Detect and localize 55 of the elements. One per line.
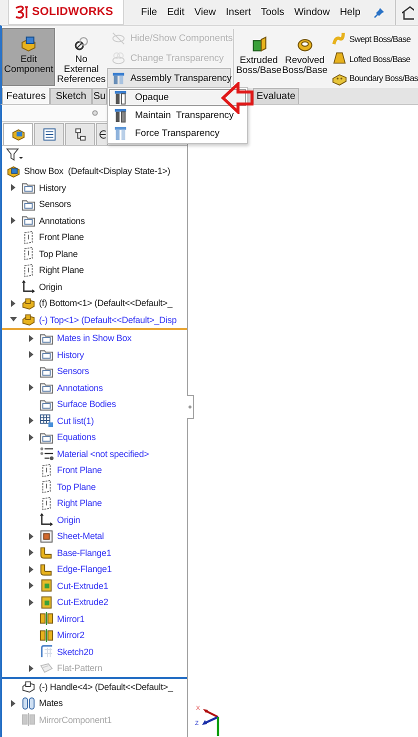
toolbar-button[interactable]: Assembly Transparency [107,68,232,88]
tree-item[interactable]: (f) Bottom<1> (Default<<Default>_ [39,298,172,308]
tree-item[interactable]: Front Plane [39,232,84,242]
tree-item[interactable]: Equations [57,432,96,442]
menu-item[interactable]: Insert [220,5,256,20]
tab[interactable]: Sketch [50,88,92,104]
tree-item[interactable]: Cut-Extrude2 [57,597,108,608]
menu-item[interactable]: Help [334,5,366,20]
tree-item[interactable]: Top Plane [57,482,96,492]
tree-item[interactable]: Mates in Show Box [57,333,132,344]
ribbon-button[interactable]: Revolved Boss/Base [283,28,326,86]
tree-item[interactable]: Annotations [39,216,85,226]
tab[interactable]: Features [2,88,50,104]
tree-item[interactable]: Top Plane [39,248,78,259]
tree-item[interactable]: Surface Bodies [57,399,116,410]
tree-item[interactable]: Origin [57,514,80,525]
tree-item[interactable]: Sensors [57,366,89,376]
tree-item[interactable]: Right Plane [39,265,84,276]
tree-item[interactable]: Show Box (Default<Display State-1>) [24,166,170,176]
tree-item[interactable]: Sensors [39,199,71,210]
menu-option[interactable]: Opaque [109,89,246,106]
tree-item[interactable]: Cut-Extrude1 [57,580,108,591]
menu-option[interactable]: Maintain Transparency [109,107,246,124]
menu-item[interactable]: Tools [256,5,290,20]
tree-item[interactable]: Mates [39,698,63,708]
toolbar-button[interactable]: Lofted Boss/Base [331,48,418,68]
tab[interactable]: Su [92,88,107,104]
tree-item[interactable]: Mirror1 [57,614,84,624]
tree-item[interactable]: History [39,182,66,193]
ribbon-button[interactable]: No External References [58,28,104,86]
tree-item[interactable]: Sketch20 [57,646,94,657]
tree-item[interactable]: Edge-Flange1 [57,564,112,574]
toolbar-button[interactable]: Swept Boss/Base [331,29,418,49]
tree-item[interactable]: Sheet-Metal [57,531,104,542]
ribbon-button[interactable]: Edit Component [2,28,56,86]
brand-name: SOLIDWORKS [32,6,114,18]
tree-item[interactable]: Cut list(1) [57,416,94,426]
tree-item[interactable]: Origin [39,282,62,292]
tree-item[interactable]: Right Plane [57,498,102,508]
tree-item[interactable]: (-) Handle<4> (Default<<Default>_ [39,682,173,692]
tree-item[interactable]: Base-Flange1 [57,548,112,558]
menu-item[interactable]: Edit [162,5,190,20]
tree-item[interactable]: Mirror2 [57,630,84,640]
tree-item[interactable]: History [57,350,84,360]
tree-item[interactable]: Material <not specified> [57,448,149,459]
tab[interactable]: Evaluate [253,88,299,104]
tree-item[interactable]: Annotations [57,382,103,393]
menu-item[interactable]: View [189,5,221,20]
tree-item[interactable]: (-) Top<1> (Default<<Default>_Disp [39,314,177,325]
menu-option[interactable]: Force Transparency [109,125,246,142]
tree-item[interactable]: Front Plane [57,465,102,476]
ribbon-button[interactable]: Extruded Boss/Base [237,28,280,86]
menu-item[interactable]: Window [289,5,335,20]
menu-item[interactable]: File [136,5,162,20]
toolbar-button[interactable]: Boundary Boss/Bas [331,68,418,88]
